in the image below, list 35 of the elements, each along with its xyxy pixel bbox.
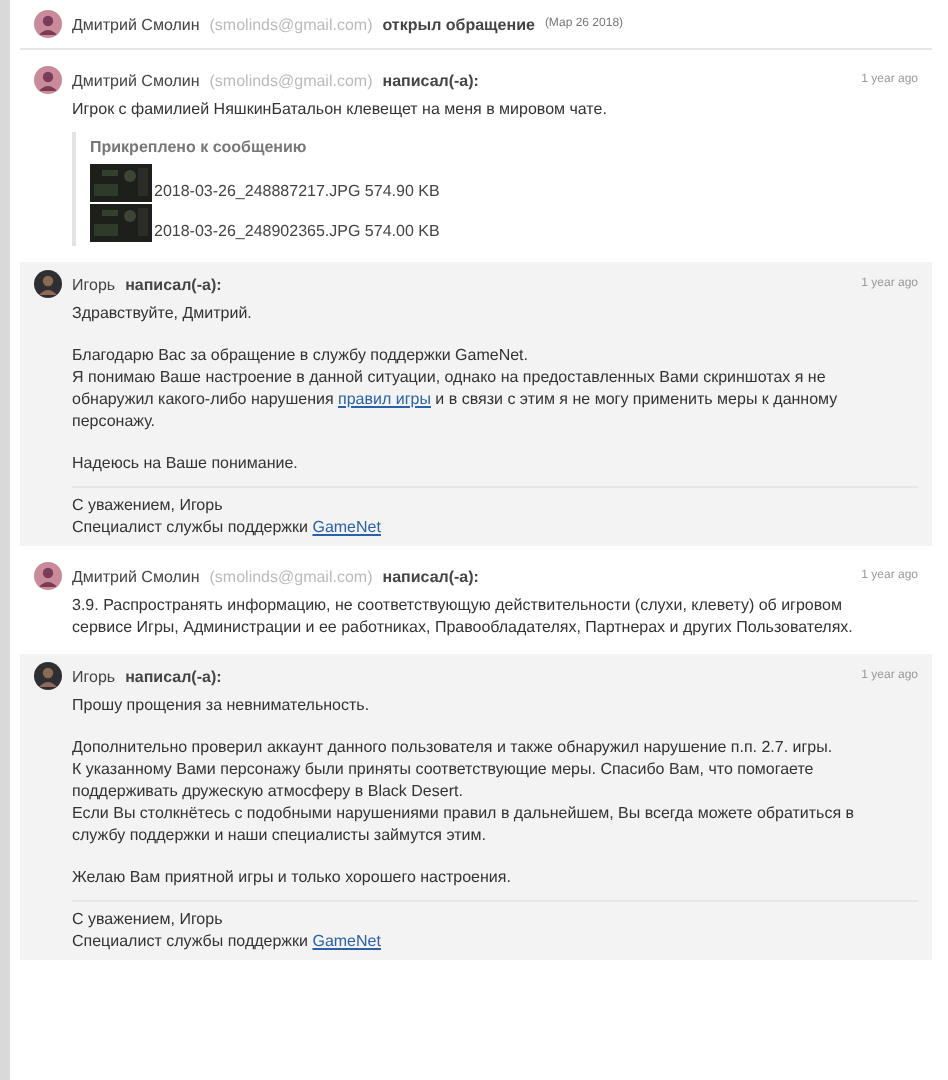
message-text: Надеюсь на Ваше понимание. (72, 452, 300, 474)
message-text: Специалист службы поддержки GameNet (72, 516, 383, 538)
message-text: С уважением, Игорь (72, 908, 225, 930)
attachment-link[interactable]: 2018-03-26_248887217.JPG 574.90 KB (154, 182, 440, 202)
action-text: написал(-а): (125, 665, 222, 687)
author-name: Игорь (72, 665, 116, 687)
avatar-icon (34, 10, 62, 38)
attachments-title: Прикреплено к сообщению (90, 136, 309, 158)
action-text: написал(-а): (382, 565, 479, 587)
author-name: Дмитрий Смолин (72, 13, 200, 35)
author-email: (smolinds@gmail.com) (209, 69, 373, 91)
action-text: написал(-а): (125, 273, 222, 295)
attachment-link[interactable]: 2018-03-26_248902365.JPG 574.00 KB (154, 222, 440, 242)
action-text: открыл обращение (382, 13, 535, 35)
author-name: Дмитрий Смолин (72, 565, 200, 587)
message-text: Дополнительно проверил аккаунт данного пользователя и также обнаружил нарушение п.п. 2.7. игры. (72, 736, 835, 758)
message-text: С уважением, Игорь (72, 494, 225, 516)
author-name: Игорь (72, 273, 116, 295)
message-text: К указанному Вами персонажу были приняты соответствующие меры. Спасибо Вам, что помогаете поддерживать дружескую атмосферу в Black Desert. (72, 758, 816, 802)
message-text: Здравствуйте, Дмитрий. (72, 302, 254, 324)
author-name: Дмитрий Смолин (72, 69, 200, 91)
message-text: Благодарю Вас за обращение в службу поддержки GameNet. (72, 344, 530, 366)
link[interactable]: GameNet (312, 518, 381, 536)
message-text: 3.9. Распространять информацию, не соответствующую действительности (слухи, клевету) об игровом сервисе Игры, Администрации и ее работниках, Правообладателях, Партнерах и других Пользователях. (72, 594, 855, 638)
message-text: Если Вы столкнётесь с подобными нарушениями правил в дальнейшем, Вы всегда можете обратиться в службу поддержки и наши специалисты займутся этим. (72, 802, 856, 846)
message-text: Игрок с фамилией НяшкинБатальон клевещет на меня в мировом чате. (72, 98, 609, 120)
message-text: Специалист службы поддержки GameNet (72, 930, 383, 952)
message-text: Прошу прощения за невнимательность. (72, 694, 372, 716)
message-text: Желаю Вам приятной игры и только хорошего настроения. (72, 866, 513, 888)
author-email: (smolinds@gmail.com) (209, 13, 373, 35)
message-text: Я понимаю Ваше настроение в данной ситуации, однако на предоставленных Вами скриншотах я не обнаружил какого-либо нарушения правил игры и в связи с этим я не могу применить меры к данному персонажу. (72, 366, 840, 432)
action-text: написал(-а): (382, 69, 479, 91)
link[interactable]: GameNet (312, 932, 381, 950)
author-email: (smolinds@gmail.com) (209, 565, 373, 587)
link[interactable]: правил игры (338, 390, 431, 408)
